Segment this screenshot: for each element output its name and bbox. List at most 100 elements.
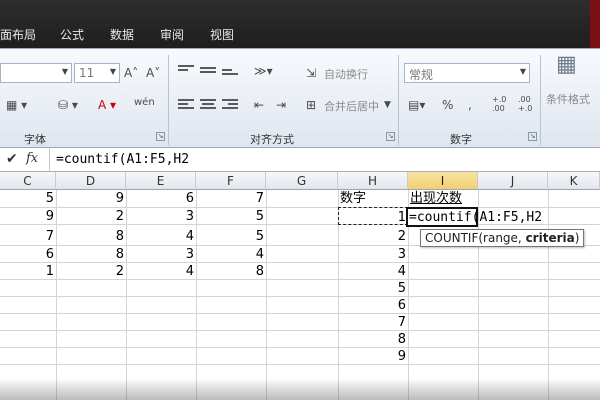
ribbon: ▼ 11 ▼ A˄ A˅ ▦ ▾ ⛁ ▾ A ▾ wén 字体 ↘ ≫▾ ⇲ 自动… [0, 48, 600, 148]
conditional-format-icon[interactable]: ▦ [556, 54, 577, 76]
font-dialog-launcher[interactable]: ↘ [156, 132, 165, 141]
cell-h6[interactable]: 5 [338, 280, 406, 297]
decrease-indent-icon[interactable]: ⇤ [254, 97, 264, 113]
cell-h8[interactable]: 7 [338, 314, 406, 331]
align-top-icon[interactable] [178, 65, 194, 79]
column-header-e[interactable]: E [126, 172, 196, 190]
cell-c1[interactable]: 5 [0, 190, 54, 207]
cell-d4[interactable]: 8 [56, 246, 124, 263]
conditional-format-button[interactable]: 条件格式 [546, 91, 590, 107]
cell-h7[interactable]: 6 [338, 297, 406, 314]
align-right-icon[interactable] [222, 99, 238, 113]
alignment-dialog-launcher[interactable]: ↘ [386, 132, 395, 141]
cell-f3[interactable]: 5 [196, 228, 264, 245]
cell-d1[interactable]: 9 [56, 190, 124, 207]
cell-h5[interactable]: 4 [338, 263, 406, 280]
tab-formulas[interactable]: 公式 [60, 26, 84, 43]
cell-d2[interactable]: 2 [56, 208, 124, 225]
cell-f4[interactable]: 4 [196, 246, 264, 263]
function-tooltip[interactable]: COUNTIF(range, criteria) [420, 229, 585, 247]
cell-e3[interactable]: 4 [126, 228, 194, 245]
cell-e5[interactable]: 4 [126, 263, 194, 280]
tab-review[interactable]: 审阅 [160, 26, 184, 43]
active-cell-formula[interactable]: =countif(A1:F5,H2 [409, 209, 559, 226]
wrap-text-button[interactable]: 自动换行 [324, 66, 368, 82]
merge-center-icon[interactable]: ⊞ [306, 97, 316, 113]
align-middle-icon[interactable] [200, 67, 216, 81]
chevron-down-icon[interactable]: ▼ [520, 67, 526, 76]
bottom-shadow [0, 378, 600, 400]
column-header-d[interactable]: D [56, 172, 126, 190]
column-header-i[interactable]: I [408, 172, 478, 190]
fill-color-icon[interactable]: ⛁ ▾ [58, 97, 78, 113]
decrease-decimal-button[interactable]: .00 +.0 [518, 95, 542, 113]
align-center-icon[interactable] [200, 99, 216, 113]
font-size-value: 11 [79, 66, 95, 80]
column-header-g[interactable]: G [266, 172, 338, 190]
align-bottom-icon[interactable] [222, 69, 238, 83]
font-size-combo[interactable]: 11 ▼ [74, 63, 120, 83]
font-color-icon[interactable]: A ▾ [98, 97, 116, 113]
cell-c2[interactable]: 9 [0, 208, 54, 225]
tooltip-function: COUNTIF(range, [425, 231, 526, 245]
cell-h3[interactable]: 2 [338, 228, 406, 245]
column-header-h[interactable]: H [338, 172, 408, 190]
window-edge [590, 0, 600, 48]
cell-h1[interactable]: 数字 [340, 190, 400, 207]
increase-indent-icon[interactable]: ⇥ [276, 97, 286, 113]
increase-decimal-button[interactable]: +.0 .00 [492, 95, 516, 113]
gridline [0, 347, 600, 348]
chevron-down-icon[interactable]: ▼ [110, 67, 116, 76]
group-separator [168, 55, 169, 145]
cell-h10[interactable]: 9 [338, 348, 406, 365]
merge-center-button[interactable]: 合并后居中 [324, 98, 379, 114]
wrap-text-icon[interactable]: ⇲ [306, 65, 316, 81]
insert-function-icon[interactable]: fx [26, 151, 38, 166]
column-header-j[interactable]: J [478, 172, 548, 190]
column-header-k[interactable]: K [548, 172, 600, 190]
accounting-format-icon[interactable]: ▤▾ [408, 97, 425, 113]
cell-e2[interactable]: 3 [126, 208, 194, 225]
chevron-down-icon[interactable]: ▼ [384, 97, 391, 113]
chevron-down-icon[interactable]: ▼ [62, 67, 68, 76]
cell-e4[interactable]: 3 [126, 246, 194, 263]
cell-d3[interactable]: 8 [56, 228, 124, 245]
comma-style-button[interactable]: , [468, 97, 472, 113]
cell-c3[interactable]: 7 [0, 228, 54, 245]
tab-view[interactable]: 视图 [210, 26, 234, 43]
cell-c4[interactable]: 6 [0, 246, 54, 263]
grow-font-icon[interactable]: A˄ [124, 65, 138, 81]
tab-data[interactable]: 数据 [110, 26, 134, 43]
cell-e1[interactable]: 6 [126, 190, 194, 207]
formula-controls: ✔ fx [0, 148, 50, 171]
group-separator [540, 55, 541, 145]
formula-input[interactable]: =countif(A1:F5,H2 [56, 152, 189, 167]
phonetic-guide-icon[interactable]: wén [134, 95, 155, 111]
font-group-label: 字体 [24, 133, 46, 146]
cell-f2[interactable]: 5 [196, 208, 264, 225]
cell-c5[interactable]: 1 [0, 263, 54, 280]
cell-i1[interactable]: 出现次数 [410, 190, 478, 207]
cell-d5[interactable]: 2 [56, 263, 124, 280]
cell-h9[interactable]: 8 [338, 331, 406, 348]
tooltip-close: ) [574, 231, 580, 245]
enter-check-icon[interactable]: ✔ [6, 151, 18, 167]
cell-f1[interactable]: 7 [196, 190, 264, 207]
alignment-group-label: 对齐方式 [250, 133, 294, 146]
align-left-icon[interactable] [178, 99, 194, 113]
percent-style-button[interactable]: % [442, 97, 453, 113]
borders-icon[interactable]: ▦ ▾ [6, 97, 27, 113]
tab-page-layout[interactable]: 面布局 [0, 26, 36, 43]
number-format-combo[interactable]: 常规 ▼ [404, 63, 530, 83]
gridline [0, 296, 600, 297]
ribbon-tab-bar: 面布局 公式 数据 审阅 视图 [0, 0, 600, 48]
column-header-f[interactable]: F [196, 172, 266, 190]
shrink-font-icon[interactable]: A˅ [146, 65, 160, 81]
cell-f5[interactable]: 8 [196, 263, 264, 280]
column-header-c[interactable]: C [0, 172, 56, 190]
orientation-icon[interactable]: ≫▾ [254, 63, 273, 79]
number-dialog-launcher[interactable]: ↘ [528, 132, 537, 141]
cell-h4[interactable]: 3 [338, 246, 406, 263]
cell-h2[interactable]: 1 [338, 209, 406, 226]
font-name-combo[interactable]: ▼ [0, 63, 72, 83]
